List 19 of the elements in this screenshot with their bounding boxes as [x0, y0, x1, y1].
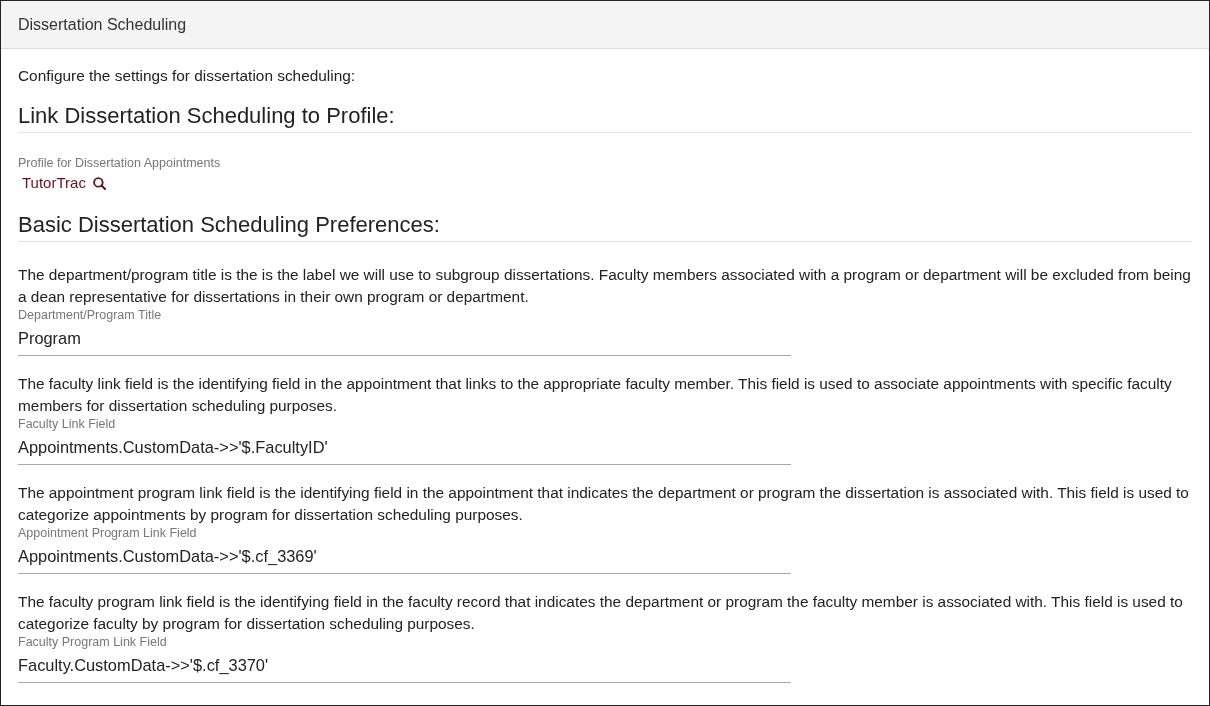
- field-label: Faculty Program Link Field: [18, 635, 168, 649]
- field-description: The faculty link field is the identifying field in the appointment that links to the appropriate faculty member. This field is used to associate appointments with specific faculty members for dissertation scheduling purposes.: [18, 374, 1173, 416]
- text-field[interactable]: Program: [18, 322, 791, 356]
- field-label: Department/Program Title: [18, 308, 163, 322]
- field-description: The department/program title is the is the label we will use to subgroup dissertations. Faculty members associated with a program or department will be excluded from being a dean representative for dissertations in their own program or department.: [18, 265, 1192, 307]
- text-field[interactable]: Faculty.CustomData->>'$.cf_3370': [18, 649, 791, 683]
- search-icon[interactable]: [92, 176, 106, 190]
- field-description: The faculty program link field is the identifying field in the faculty record that indicates the department or program the faculty member is associated with. This field is used to categorize faculty by program for dissertation scheduling purposes.: [18, 592, 1184, 634]
- field-label: Profile for Dissertation Appointments: [18, 155, 222, 171]
- text-field[interactable]: Appointments.CustomData->>'$.cf_3369': [18, 540, 791, 574]
- field-label: Faculty Link Field: [18, 417, 117, 431]
- section-heading: Link Dissertation Scheduling to Profile:: [18, 102, 396, 130]
- profile-link[interactable]: TutorTrac: [22, 173, 86, 193]
- field-label: Appointment Program Link Field: [18, 526, 198, 540]
- panel-title: Dissertation Scheduling: [18, 14, 187, 35]
- intro-text: Configure the settings for dissertation scheduling:: [18, 66, 357, 86]
- section-heading: Basic Dissertation Scheduling Preferences:: [18, 211, 441, 239]
- field-description: The appointment program link field is the identifying field in the appointment that indicates the department or program the dissertation is associated with. This field is used to categorize appointments by program for dissertation scheduling purposes.: [18, 483, 1190, 525]
- text-field[interactable]: Appointments.CustomData->>'$.FacultyID': [18, 431, 791, 465]
